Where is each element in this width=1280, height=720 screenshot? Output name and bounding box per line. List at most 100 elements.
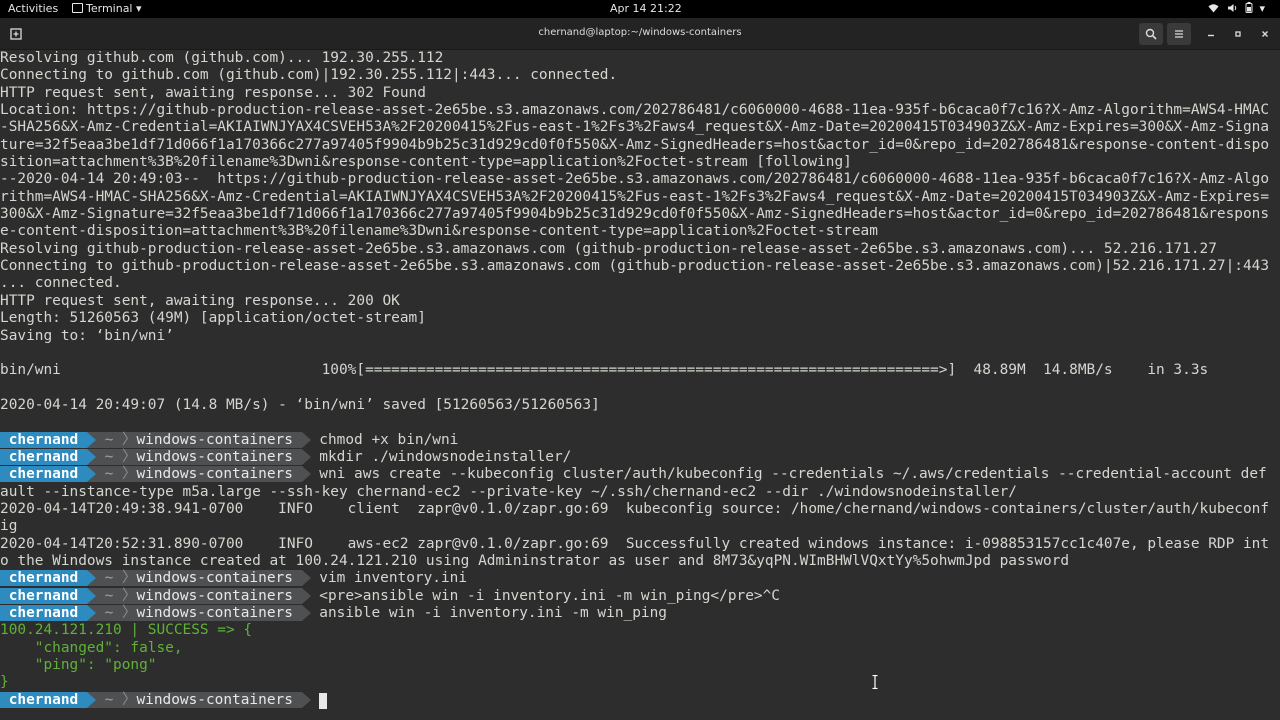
output-line: Location: https://github-production-rele…	[0, 102, 1270, 119]
system-status[interactable]: ▾	[1208, 2, 1265, 15]
prompt-line: chernand ~ 〉windows-containers chmod +x …	[0, 431, 1280, 449]
prompt-directory: windows-containers	[136, 448, 302, 465]
prompt-home: ~	[95, 587, 122, 604]
prompt-separator-arrow	[86, 587, 96, 604]
ibeam-cursor-icon	[872, 675, 878, 689]
prompt-line: chernand ~ 〉windows-containers wni aws c…	[0, 466, 1280, 483]
output-line: Length: 51260563 (49M) [application/octe…	[0, 310, 426, 327]
command-text: chmod +x bin/wni	[310, 431, 459, 448]
output-line: ault --instance-type m5a.large --ssh-key…	[0, 483, 1017, 500]
prompt-home: ~	[95, 570, 122, 587]
terminal-output[interactable]: Resolving github.com (github.com)... 192…	[0, 50, 1280, 720]
command-text: wni aws create --kubeconfig cluster/auth…	[310, 466, 1267, 483]
app-menu[interactable]: Terminal ▾	[72, 2, 142, 15]
minimize-button[interactable]	[1199, 23, 1223, 45]
window-title: chernand@laptop:~/windows-containers	[538, 27, 742, 38]
prompt-directory: windows-containers	[136, 570, 302, 587]
search-button[interactable]	[1139, 23, 1163, 45]
close-button[interactable]	[1253, 23, 1277, 45]
wifi-icon	[1208, 4, 1219, 13]
prompt-home: ~	[95, 691, 122, 708]
output-line: ture=32f5eaa3be1df71d066f1a170366c277a97…	[0, 136, 1270, 153]
output-line: Resolving github.com (github.com)... 192…	[0, 50, 444, 66]
command-text: <pre>ansible win -i inventory.ini -m win…	[310, 587, 780, 604]
gnome-top-bar: Activities Terminal ▾ Apr 14 21:22 ▾	[0, 0, 1280, 18]
output-line: ... connected.	[0, 275, 122, 292]
prompt-home: ~	[95, 466, 122, 483]
output-line: rithm=AWS4-HMAC-SHA256&X-Amz-Credential=…	[0, 188, 1270, 205]
maximize-icon	[1235, 31, 1241, 37]
output-line: HTTP request sent, awaiting response... …	[0, 292, 400, 309]
prompt-directory: windows-containers	[136, 587, 302, 604]
maximize-button[interactable]	[1226, 23, 1250, 45]
output-line: o the Windows instance created at 100.24…	[0, 552, 1070, 569]
output-line: sition=attachment%3B%20filename%3Dwni&re…	[0, 154, 852, 171]
prompt-line: chernand ~ 〉windows-containers ansible w…	[0, 605, 1280, 622]
prompt-directory: windows-containers	[136, 691, 302, 708]
prompt-directory: windows-containers	[136, 466, 302, 483]
command-text: vim inventory.ini	[310, 570, 468, 587]
terminal-titlebar: chernand@laptop:~/windows-containers	[0, 18, 1280, 50]
prompt-line: chernand ~ 〉windows-containers mkdir ./w…	[0, 448, 1280, 466]
prompt-end-arrow	[301, 570, 311, 587]
volume-icon	[1227, 4, 1236, 12]
output-line: Resolving github-production-release-asse…	[0, 240, 1217, 257]
prompt-home: ~	[95, 448, 122, 465]
output-line: 100.24.121.210 | SUCCESS => {	[0, 622, 253, 639]
output-line: HTTP request sent, awaiting response... …	[0, 84, 426, 101]
chevron-down-icon: ▾	[132, 2, 142, 15]
prompt-thin-separator: 〉	[122, 448, 137, 465]
clock[interactable]: Apr 14 21:22	[610, 2, 682, 15]
prompt-user: chernand	[0, 570, 87, 587]
prompt-end-arrow	[301, 691, 311, 708]
command-text	[311, 692, 320, 708]
output-line: -SHA256&X-Amz-Credential=AKIAIWNJYAX4CSV…	[0, 119, 1270, 136]
menu-button[interactable]	[1167, 23, 1191, 45]
output-line: 2020-04-14T20:49:38.941-0700 INFO client…	[0, 500, 1270, 517]
prompt-separator-arrow	[86, 605, 96, 621]
activities-button[interactable]: Activities	[8, 2, 58, 15]
prompt-directory: windows-containers	[136, 605, 302, 621]
prompt-thin-separator: 〉	[122, 431, 137, 448]
prompt-line: chernand ~ 〉windows-containers <pre>ansi…	[0, 587, 1280, 605]
battery-icon	[1245, 2, 1253, 13]
prompt-user: chernand	[0, 691, 87, 708]
prompt-end-arrow	[301, 466, 311, 483]
output-line: Connecting to github-production-release-…	[0, 258, 1270, 275]
prompt-user: chernand	[0, 587, 87, 604]
prompt-user: chernand	[0, 466, 87, 483]
prompt-thin-separator: 〉	[122, 570, 137, 587]
prompt-directory: windows-containers	[136, 431, 302, 448]
output-line: 300&X-Amz-Signature=32f5eaa3be1df71d066f…	[0, 206, 1270, 223]
prompt-thin-separator: 〉	[122, 691, 137, 708]
prompt-thin-separator: 〉	[122, 466, 137, 483]
text-cursor	[319, 692, 328, 709]
app-menu-label: Terminal	[86, 2, 133, 15]
prompt-separator-arrow	[86, 431, 96, 448]
prompt-home: ~	[95, 605, 122, 621]
prompt-end-arrow	[301, 448, 311, 465]
output-line: 2020-04-14T20:52:31.890-0700 INFO aws-ec…	[0, 535, 1270, 552]
command-text: ansible win -i inventory.ini -m win_ping	[310, 605, 667, 621]
output-line: ig	[0, 518, 18, 535]
prompt-end-arrow	[301, 587, 311, 604]
output-line: 2020-04-14 20:49:07 (14.8 MB/s) - ‘bin/w…	[0, 396, 600, 413]
hamburger-menu-icon	[1175, 30, 1183, 38]
prompt-line: chernand ~ 〉windows-containers	[0, 691, 1280, 709]
prompt-thin-separator: 〉	[122, 605, 137, 621]
prompt-user: chernand	[0, 431, 87, 448]
search-icon	[1145, 28, 1157, 40]
output-line: }	[0, 674, 9, 691]
prompt-separator-arrow	[86, 570, 96, 587]
minimize-icon	[1208, 34, 1214, 37]
prompt-end-arrow	[301, 431, 311, 448]
output-line: e-content-disposition=attachment%3B%20fi…	[0, 223, 878, 240]
prompt-thin-separator: 〉	[122, 587, 137, 604]
prompt-line: chernand ~ 〉windows-containers vim inven…	[0, 570, 1280, 587]
prompt-user: chernand	[0, 448, 87, 465]
output-line: "changed": false,	[0, 639, 183, 656]
close-icon	[1262, 31, 1268, 37]
